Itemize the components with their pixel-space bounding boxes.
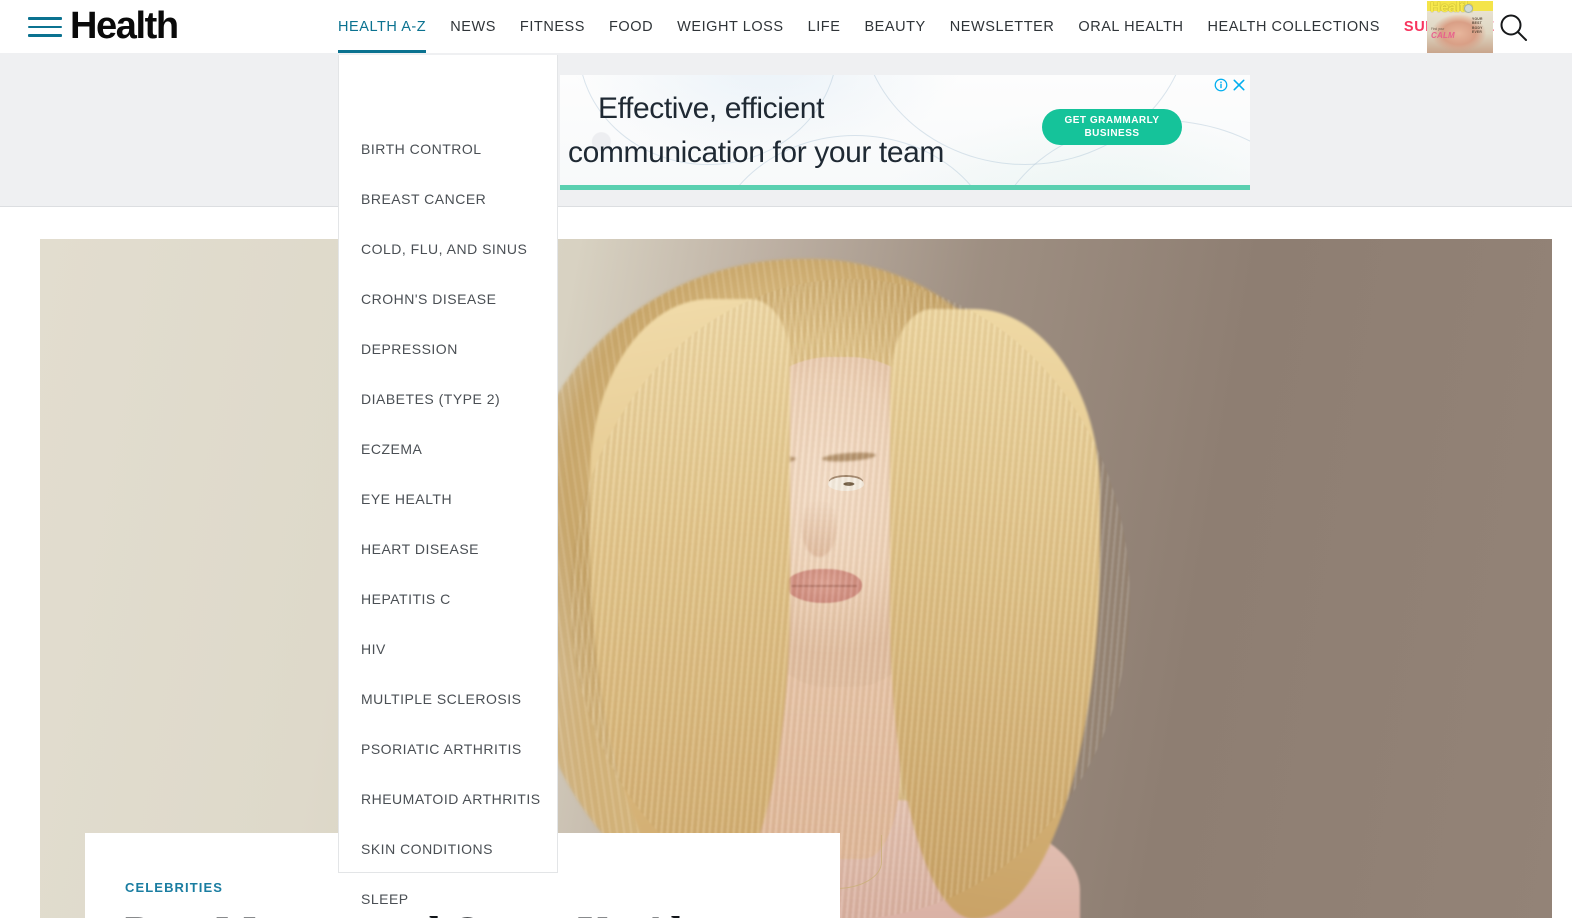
dropdown-item-heart-disease[interactable]: HEART DISEASE: [361, 540, 479, 558]
close-icon[interactable]: [1232, 78, 1246, 92]
advertisement-band: Effective, efficient communication for y…: [0, 53, 1572, 207]
dropdown-item-sleep[interactable]: SLEEP: [361, 890, 409, 908]
dropdown-item-skin-conditions[interactable]: SKIN CONDITIONS: [361, 840, 493, 858]
dropdown-item-breast-cancer[interactable]: BREAST CANCER: [361, 190, 486, 208]
subject-hair-overlay: [570, 279, 1130, 918]
article-category-label[interactable]: CELEBRITIES: [125, 880, 223, 895]
nav-item-oral-health[interactable]: ORAL HEALTH: [1066, 0, 1195, 53]
dropdown-item-depression[interactable]: DEPRESSION: [361, 340, 458, 358]
nav-item-fitness[interactable]: FITNESS: [508, 0, 597, 53]
dropdown-item-rheumatoid-arthritis[interactable]: RHEUMATOID ARTHRITIS: [361, 790, 541, 808]
health-a-z-dropdown: BIRTH CONTROL BREAST CANCER COLD, FLU, A…: [338, 55, 558, 907]
nav-item-life[interactable]: LIFE: [796, 0, 853, 53]
ad-headline: Effective, efficient communication for y…: [568, 87, 1068, 175]
main-navigation: HEALTH A-Z NEWS FITNESS FOOD WEIGHT LOSS…: [338, 0, 1507, 53]
ad-controls: [1214, 78, 1246, 92]
dropdown-item-eczema[interactable]: ECZEMA: [361, 440, 422, 458]
ad-choices-info-icon[interactable]: [1214, 78, 1228, 92]
nav-item-beauty[interactable]: BEAUTY: [852, 0, 937, 53]
dropdown-item-hiv[interactable]: HIV: [361, 640, 386, 658]
hero-section: CELEBRITIES Peta Murgatroyd Opens Up Abo…: [0, 208, 1572, 918]
hero-image[interactable]: [40, 239, 1552, 918]
nav-item-health-a-z[interactable]: HEALTH A-Z: [338, 0, 438, 53]
hamburger-bar: [28, 34, 62, 37]
dropdown-item-psoriatic-arthritis[interactable]: PSORIATIC ARTHRITIS: [361, 740, 522, 758]
page-root: Health HEALTH A-Z NEWS FITNESS FOOD WEIG…: [0, 0, 1572, 918]
hamburger-bar: [28, 25, 62, 29]
ad-headline-line-1: Effective, efficient: [598, 92, 825, 125]
magazine-seal-badge: [1464, 4, 1473, 13]
dropdown-item-crohns-disease[interactable]: CROHN'S DISEASE: [361, 290, 496, 308]
dropdown-item-eye-health[interactable]: EYE HEALTH: [361, 490, 452, 508]
ad-accent-bar: [560, 185, 1250, 190]
nav-item-weight-loss[interactable]: WEIGHT LOSS: [665, 0, 796, 53]
ad-cta-button[interactable]: GET GRAMMARLY BUSINESS: [1042, 109, 1182, 145]
dropdown-item-multiple-sclerosis[interactable]: MULTIPLE SCLEROSIS: [361, 690, 521, 708]
dropdown-item-birth-control[interactable]: BIRTH CONTROL: [361, 140, 482, 158]
hamburger-bar: [28, 17, 62, 20]
magazine-cover-line: YOUR BEST BODY EVER: [1472, 17, 1483, 35]
advertisement-unit[interactable]: Effective, efficient communication for y…: [560, 75, 1250, 190]
magazine-cover-thumbnail[interactable]: Health YOUR BEST BODY EVER Find your CAL…: [1427, 1, 1493, 53]
nav-item-news[interactable]: NEWS: [438, 0, 508, 53]
ad-headline-line-2: communication for your team: [568, 136, 945, 169]
ad-cta-line-2: BUSINESS: [1084, 128, 1140, 139]
nav-item-health-collections[interactable]: HEALTH COLLECTIONS: [1196, 0, 1392, 53]
site-logo[interactable]: Health: [70, 4, 179, 48]
ad-cta-line-1: GET GRAMMARLY: [1064, 115, 1160, 126]
dropdown-item-hepatitis-c[interactable]: HEPATITIS C: [361, 590, 451, 608]
site-header: Health HEALTH A-Z NEWS FITNESS FOOD WEIG…: [0, 0, 1572, 53]
search-icon[interactable]: [1495, 9, 1531, 45]
dropdown-item-cold-flu-and-sinus[interactable]: COLD, FLU, AND SINUS: [361, 240, 527, 258]
magazine-cover-headline: CALM: [1431, 31, 1455, 40]
nav-item-newsletter[interactable]: NEWSLETTER: [938, 0, 1067, 53]
hamburger-menu-icon[interactable]: [28, 14, 62, 40]
article-headline[interactable]: Peta Murgatroyd Opens Up About Being a N…: [125, 907, 825, 918]
dropdown-item-diabetes-type-2[interactable]: DIABETES (TYPE 2): [361, 390, 500, 408]
nav-item-food[interactable]: FOOD: [597, 0, 665, 53]
